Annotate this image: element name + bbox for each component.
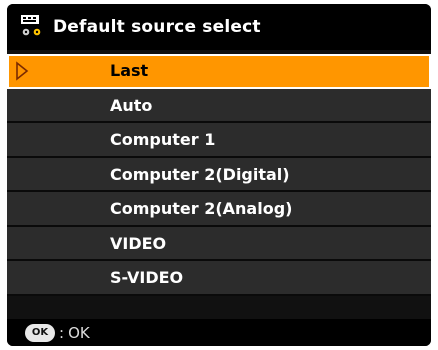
right-triangle-arrow-icon [16,61,29,81]
menu-item-auto[interactable]: Auto [7,88,431,123]
menu-item-label: Auto [110,95,153,115]
ok-button-icon: OK [25,323,55,342]
ok-hint-label: OK [68,323,90,342]
dialog-title: Default source select [53,17,261,37]
menu-item-label: Computer 2(Analog) [110,199,293,218]
menu-item-computer-2-analog[interactable]: Computer 2(Analog) [7,192,431,227]
input-source-icon [21,15,41,36]
default-source-select-dialog: Default source select Last Auto Computer… [7,4,431,346]
menu-item-label: Last [110,61,149,80]
menu-item-last[interactable]: Last [7,54,431,89]
menu-item-label: S-VIDEO [110,268,184,287]
menu-item-computer-1[interactable]: Computer 1 [7,123,431,158]
source-menu: Last Auto Computer 1 Computer 2(Digital)… [7,54,431,296]
footer-hint: OK : OK [7,319,431,346]
footer-separator: : [59,323,65,342]
menu-item-video[interactable]: VIDEO [7,226,431,261]
title-bar: Default source select [7,4,431,50]
menu-item-label: Computer 2(Digital) [110,164,290,184]
menu-item-s-video[interactable]: S-VIDEO [7,261,431,296]
menu-item-label: VIDEO [110,233,167,253]
menu-item-computer-2-digital[interactable]: Computer 2(Digital) [7,157,431,192]
menu-item-label: Computer 1 [110,130,216,149]
